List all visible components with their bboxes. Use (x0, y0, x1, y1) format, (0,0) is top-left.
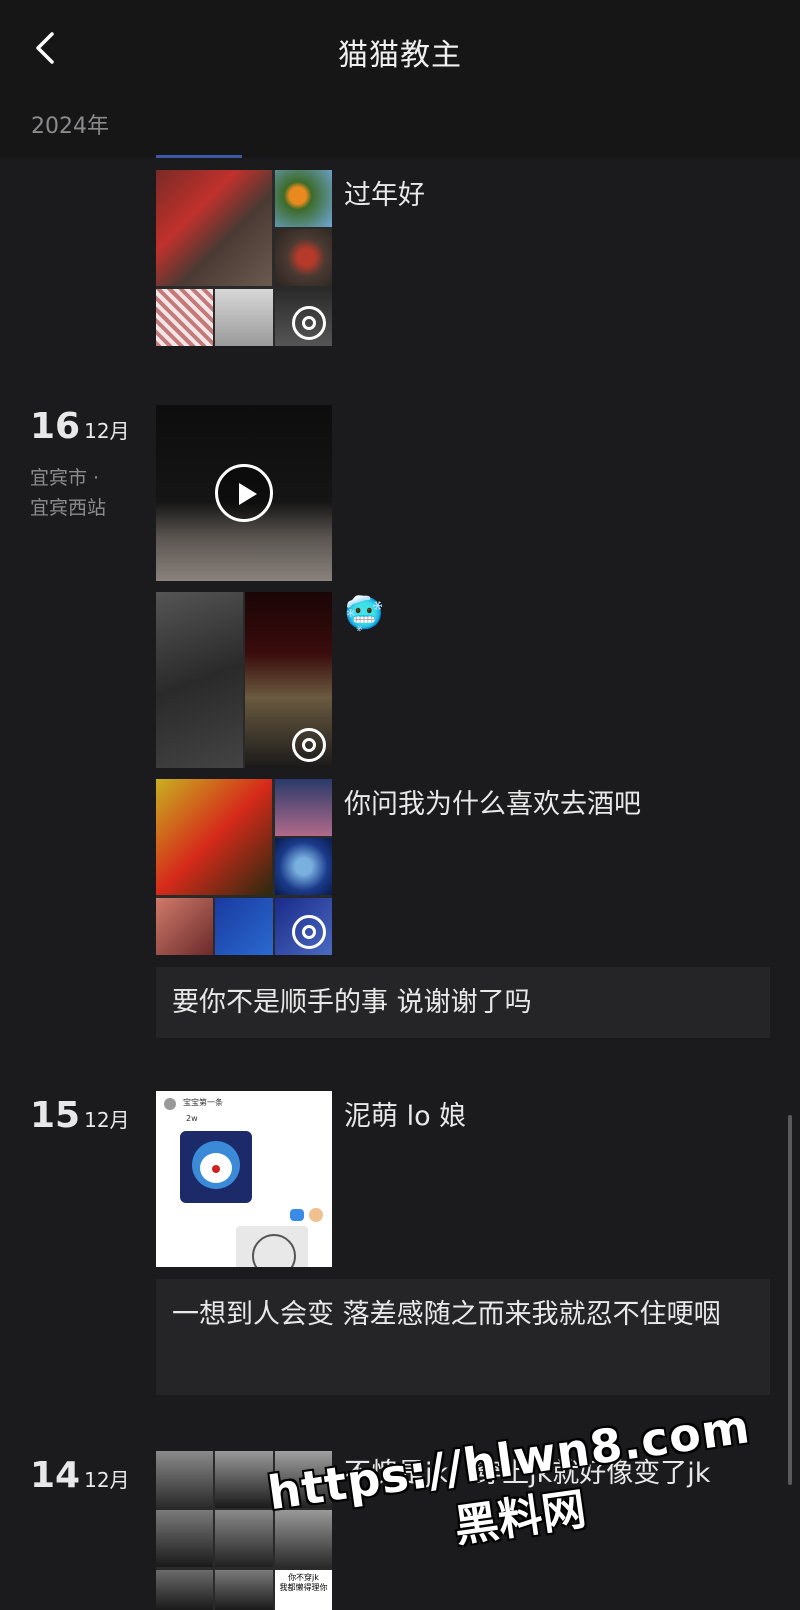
post-1-images[interactable] (156, 170, 332, 346)
watermark: https://hlwn8.com 黑料网 (265, 1394, 796, 1579)
thumb-meme (236, 1226, 308, 1267)
video-post[interactable] (156, 405, 332, 581)
text-post[interactable]: 要你不是顺手的事 说谢谢了吗 (156, 967, 770, 1038)
image-cell (275, 170, 332, 227)
image-cell (156, 1570, 213, 1610)
date-day: 14 (30, 1455, 81, 1496)
image-cell (215, 1510, 273, 1567)
location-line-1: 宜宾市 · (30, 467, 100, 489)
image-cell (156, 170, 272, 286)
image-cell (215, 289, 273, 346)
image-cell (215, 898, 273, 955)
top-bar: 猫猫教主 2024年 (0, 0, 800, 158)
date-month: 12月 (84, 1468, 130, 1492)
date-14: 14 12月 (30, 1455, 130, 1496)
year-label: 2024年 (31, 114, 109, 139)
image-cell (156, 779, 272, 895)
page-title: 猫猫教主 (338, 38, 462, 73)
play-icon[interactable] (215, 464, 273, 522)
thumb-avatar-2 (309, 1208, 323, 1222)
date-month: 12月 (84, 419, 130, 443)
image-cell (275, 779, 332, 836)
cartoon-sticker (180, 1131, 252, 1203)
text-post[interactable]: 一想到人会变 落差感随之而来我就忍不住哽咽 (156, 1279, 770, 1395)
image-cell (156, 1510, 213, 1567)
date-15: 15 12月 (30, 1095, 130, 1136)
post-2-images[interactable] (156, 592, 332, 768)
multi-image-icon (292, 306, 326, 340)
image-cell (275, 229, 332, 286)
post-location[interactable]: 宜宾市 · 宜宾西站 (30, 463, 106, 523)
multi-image-icon (292, 915, 326, 949)
date-16: 16 12月 (30, 406, 130, 447)
date-month: 12月 (84, 1108, 130, 1132)
date-day: 15 (30, 1095, 81, 1136)
post-4-image[interactable]: 宝宝第一条 2w (156, 1091, 332, 1267)
image-cell (156, 898, 213, 955)
thumb-text-line-2: 我都懒得理你 (279, 1583, 328, 1592)
post-4-caption: 泥萌 lo 娘 (344, 1101, 467, 1132)
post-3-caption: 你问我为什么喜欢去酒吧 (344, 789, 641, 820)
scroll-indicator (156, 155, 242, 158)
date-day: 16 (30, 406, 81, 447)
image-cell (215, 1451, 273, 1508)
image-cell (156, 1451, 213, 1508)
image-cell (156, 289, 213, 346)
thumb-avatar (164, 1098, 176, 1110)
thumb-subtitle: 2w (186, 1114, 198, 1123)
post-1-caption: 过年好 (344, 180, 425, 211)
image-cell (215, 1570, 273, 1610)
image-cell (275, 838, 332, 895)
scrollbar[interactable] (788, 1115, 792, 1485)
thumb-bubble (290, 1209, 304, 1221)
thumb-title: 宝宝第一条 (183, 1098, 223, 1107)
multi-image-icon (292, 728, 326, 762)
image-cell (156, 592, 243, 768)
post-3-images[interactable] (156, 779, 332, 955)
location-line-2: 宜宾西站 (30, 497, 107, 519)
post-2-emoji: 🥶 (344, 594, 384, 632)
